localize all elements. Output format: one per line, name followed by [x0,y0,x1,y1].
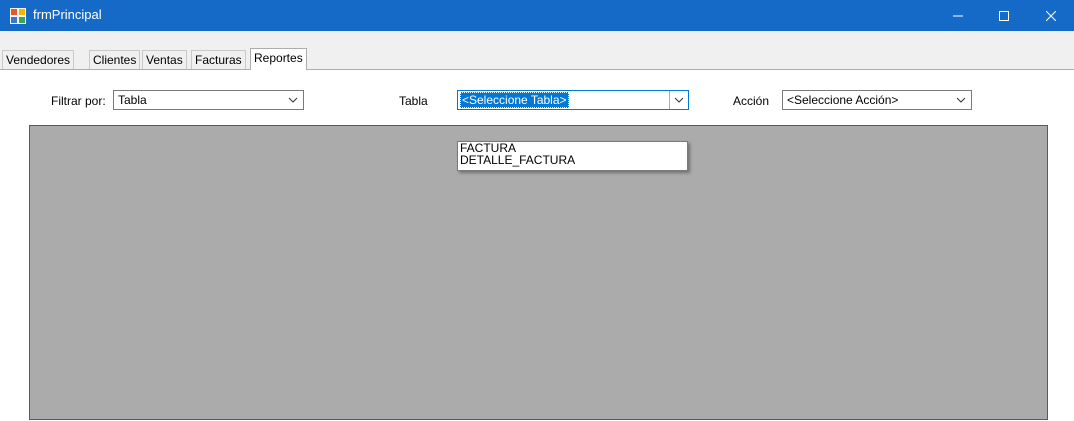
title-bar[interactable]: frmPrincipal [0,0,1074,31]
accion-label: Acción [733,94,770,108]
maximize-icon [999,10,1009,21]
tab-reportes[interactable]: Reportes [250,48,307,70]
app-icon [10,8,26,24]
chevron-down-icon[interactable] [669,91,688,109]
filtrar-combo-value: Tabla [118,93,147,107]
tabla-label: Tabla [399,94,428,108]
tab-vendedores[interactable]: Vendedores [2,50,75,69]
tabla-combo-value: <Seleccione Tabla> [460,92,569,108]
minimize-icon [953,15,963,16]
maximize-button[interactable] [981,0,1027,31]
window-title: frmPrincipal [33,7,102,22]
filtrar-label: Filtrar por: [51,94,106,108]
tab-ventas[interactable]: Ventas [142,50,187,69]
chevron-down-icon[interactable] [285,93,301,107]
chevron-down-icon[interactable] [953,93,969,107]
tab-strip: Vendedores Clientes Ventas Facturas Repo… [0,31,1074,71]
minimize-button[interactable] [935,0,981,31]
tab-clientes[interactable]: Clientes [89,50,141,69]
tab-facturas[interactable]: Facturas [191,50,246,69]
filtrar-combo[interactable]: Tabla [113,90,304,110]
close-button[interactable] [1028,0,1074,31]
list-item[interactable]: DETALLE_FACTURA [458,154,687,166]
tabla-combo[interactable]: <Seleccione Tabla> [457,90,689,110]
close-icon [1046,10,1056,21]
accion-combo-value: <Seleccione Acción> [787,93,899,107]
accion-combo[interactable]: <Seleccione Acción> [782,90,972,110]
tabla-dropdown-list[interactable]: FACTURA DETALLE_FACTURA [457,141,688,171]
